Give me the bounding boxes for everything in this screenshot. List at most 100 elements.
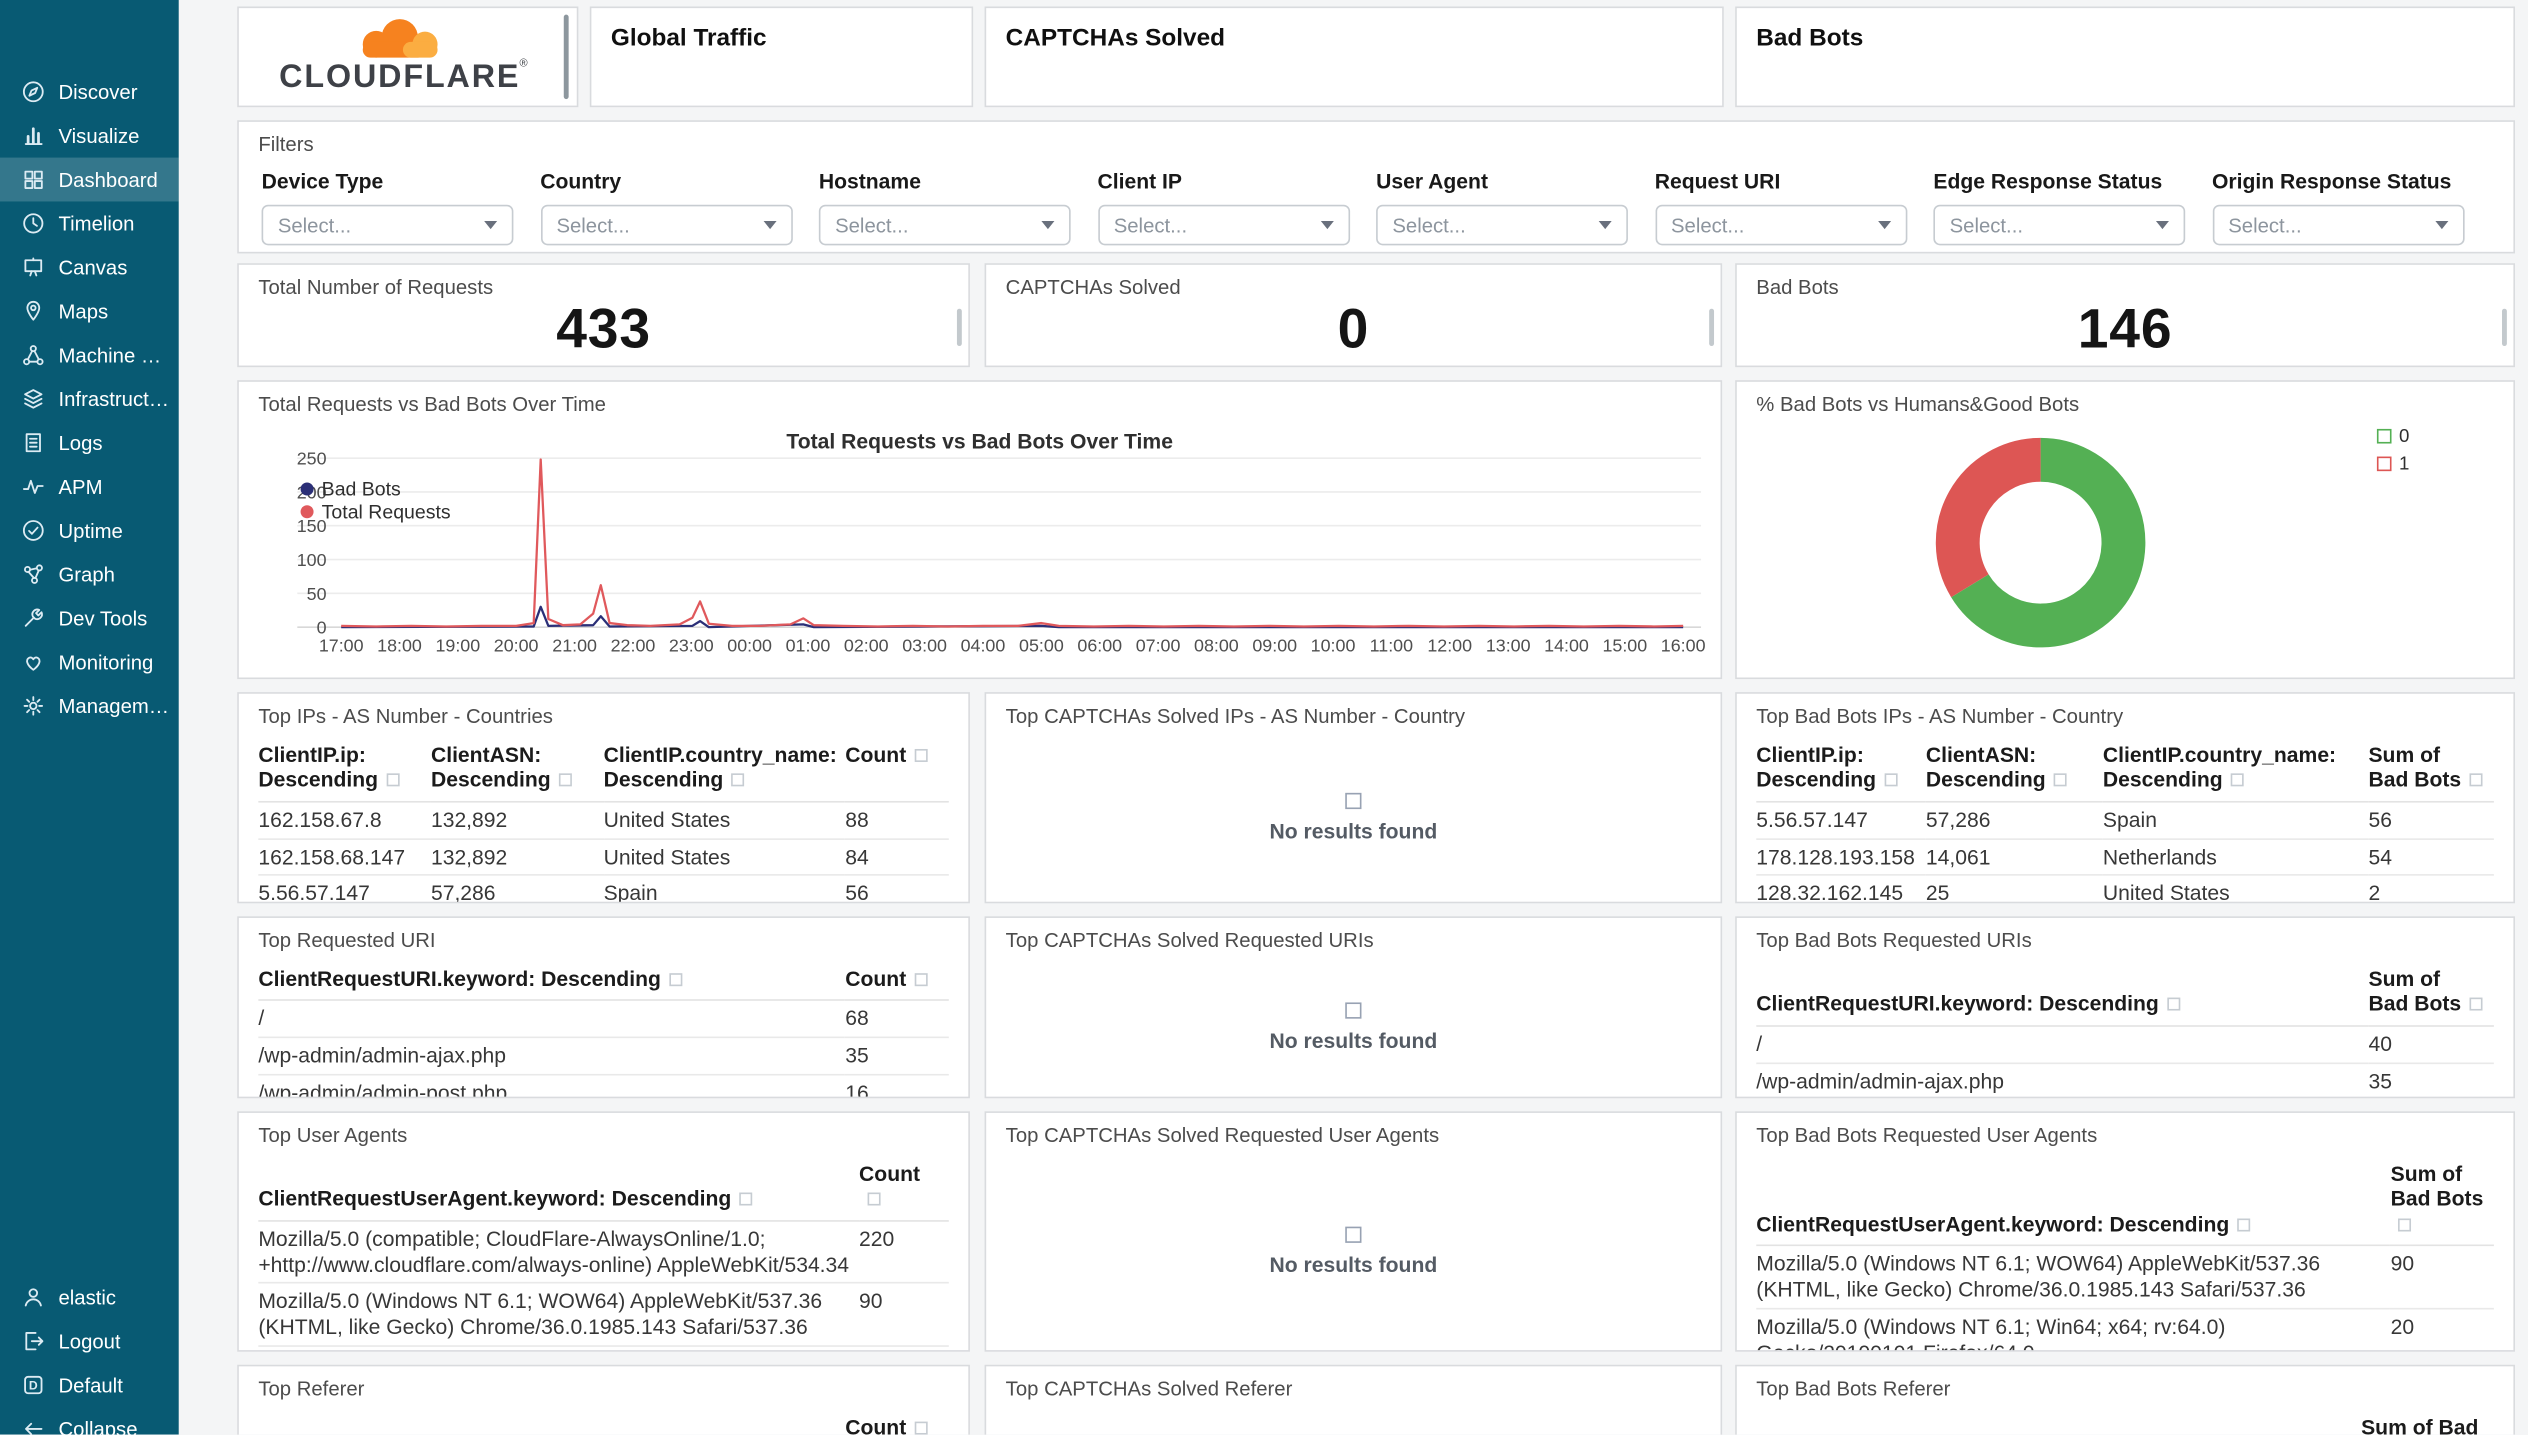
chevron-down-icon xyxy=(484,220,498,230)
column-header[interactable]: ClientIP.country_name: Descending xyxy=(603,734,846,803)
chevron-down-icon xyxy=(1320,220,1334,230)
sort-icon[interactable] xyxy=(739,1193,753,1207)
legend-label: Total Requests xyxy=(321,499,451,523)
sidebar-item-infrastructure[interactable]: Infrastructure xyxy=(0,377,179,421)
legend-item-0[interactable]: 0 xyxy=(2376,426,2409,447)
sort-icon[interactable] xyxy=(914,973,928,987)
filter-device-type-select[interactable]: Select... xyxy=(261,204,514,246)
sidebar-item-default[interactable]: D Default xyxy=(0,1363,179,1407)
cloudflare-logo: CLOUDFLARE ® xyxy=(279,19,528,94)
sort-icon[interactable] xyxy=(2053,773,2067,787)
sort-icon[interactable] xyxy=(914,1421,928,1435)
table-row: 162.158.68.147 132,892 United States 84 xyxy=(258,838,949,877)
canvas-icon xyxy=(21,255,45,279)
column-header[interactable]: ClientIP.country_name: Descending xyxy=(2102,734,2369,803)
sidebar-item-label: Infrastructure xyxy=(58,387,173,411)
legend-item-total-requests[interactable]: Total Requests xyxy=(300,499,451,523)
sort-icon[interactable] xyxy=(1884,773,1898,787)
sidebar-item-management[interactable]: Management xyxy=(0,684,179,728)
sort-icon[interactable] xyxy=(2237,1217,2251,1231)
sort-icon[interactable] xyxy=(914,748,928,762)
sidebar-item-machine-le[interactable]: Machine Le… xyxy=(0,333,179,377)
filter-request-uri-select[interactable]: Select... xyxy=(1654,204,1907,246)
sidebar-item-elastic[interactable]: elastic xyxy=(0,1275,179,1319)
column-header[interactable]: Count xyxy=(845,1406,949,1435)
column-header[interactable]: Sum of Bad Bots xyxy=(2368,734,2494,803)
legend-item-1[interactable]: 1 xyxy=(2376,453,2409,474)
table-cell: 57,286 xyxy=(430,875,604,902)
sort-icon[interactable] xyxy=(731,773,745,787)
sort-icon[interactable] xyxy=(2230,773,2244,787)
column-header[interactable]: ClientRequestURI.keyword: Descending xyxy=(1756,958,2369,1027)
svg-text:12:00: 12:00 xyxy=(1427,635,1472,655)
column-header[interactable]: ClientRequestURI.keyword: Descending xyxy=(258,958,846,1002)
table-row: 5.56.57.147 57,286 Spain 56 xyxy=(1756,801,2494,840)
sidebar-item-dev-tools[interactable]: Dev Tools xyxy=(0,596,179,640)
table-cell: 2 xyxy=(2368,875,2494,902)
sort-icon[interactable] xyxy=(2398,1217,2412,1231)
scrollbar[interactable] xyxy=(1709,308,1715,347)
table-row: /wp-admin/admin-ajax.php 35 xyxy=(258,1037,949,1076)
column-header[interactable]: ClientASN: Descending xyxy=(430,734,604,803)
column-header[interactable]: ClientRequestUserAgent.keyword: Descendi… xyxy=(1756,1153,2391,1247)
sidebar-item-monitoring[interactable]: Monitoring xyxy=(0,640,179,684)
filter-origin-response-status-select[interactable]: Select... xyxy=(2212,204,2464,246)
sidebar-item-dashboard[interactable]: Dashboard xyxy=(0,157,179,202)
svg-text:13:00: 13:00 xyxy=(1486,635,1531,655)
sort-icon[interactable] xyxy=(2469,773,2483,787)
svg-text:15:00: 15:00 xyxy=(1602,635,1647,655)
column-header[interactable]: Count xyxy=(845,958,949,1002)
sort-icon[interactable] xyxy=(2469,998,2483,1012)
scrollbar[interactable] xyxy=(956,308,962,347)
panel-title: Top Requested URI xyxy=(258,929,436,953)
sort-icon[interactable] xyxy=(386,773,400,787)
column-header-label: Count xyxy=(845,742,907,767)
filter-request-uri: Request URI Select... xyxy=(1654,169,1911,246)
dashboard-icon xyxy=(21,167,45,191)
column-header-label: ClientIP.ip: Descending xyxy=(258,742,379,792)
sidebar-item-canvas[interactable]: Canvas xyxy=(0,245,179,289)
column-header[interactable]: Count xyxy=(845,734,949,803)
sidebar-item-collapse[interactable]: Collapse xyxy=(0,1407,179,1435)
column-header[interactable]: Sum of Bad Bots xyxy=(2390,1153,2494,1247)
sidebar-item-uptime[interactable]: Uptime xyxy=(0,509,179,553)
sidebar-item-maps[interactable]: Maps xyxy=(0,289,179,333)
column-header[interactable]: Count xyxy=(859,1153,949,1222)
sidebar-item-logout[interactable]: Logout xyxy=(0,1319,179,1363)
column-header[interactable]: ClientASN: Descending xyxy=(1925,734,2103,803)
panel-title: Top Bad Bots Requested URIs xyxy=(1756,929,2032,953)
sidebar-item-graph[interactable]: Graph xyxy=(0,552,179,596)
table-cell: Mozilla/5.0 (Windows NT 6.1; WOW64) Appl… xyxy=(258,1283,860,1348)
filter-origin-response-status: Origin Response Status Select... xyxy=(2212,169,2468,246)
column-header[interactable]: Sum of Bad Bots xyxy=(2361,1406,2494,1435)
sort-icon[interactable] xyxy=(867,1193,881,1207)
sort-icon[interactable] xyxy=(558,773,572,787)
column-header[interactable]: Sum of Bad Bots xyxy=(2368,958,2494,1027)
table-row: 162.158.67.8 132,892 United States 88 xyxy=(258,801,949,840)
scrollbar[interactable] xyxy=(563,14,569,100)
sidebar-item-visualize[interactable]: Visualize xyxy=(0,114,179,158)
sort-icon[interactable] xyxy=(669,973,683,987)
sidebar-item-timelion[interactable]: Timelion xyxy=(0,201,179,245)
metric-value: 433 xyxy=(556,298,651,361)
sidebar-item-logs[interactable]: Logs xyxy=(0,421,179,465)
sidebar-item-apm[interactable]: APM xyxy=(0,465,179,509)
column-header[interactable]: ClientRequestUserAgent.keyword: Descendi… xyxy=(258,1153,860,1222)
filter-client-ip-select[interactable]: Select... xyxy=(1097,204,1350,246)
filter-user-agent-select[interactable]: Select... xyxy=(1376,204,1628,246)
filter-hostname-select[interactable]: Select... xyxy=(818,204,1071,246)
panel-title: Filters xyxy=(258,133,314,156)
sidebar-item-discover[interactable]: Discover xyxy=(0,70,179,114)
column-header[interactable]: ClientIP.ip: Descending xyxy=(258,734,431,803)
table-cell: 178.128.193.158 xyxy=(1756,838,1926,877)
filter-edge-response-status-select[interactable]: Select... xyxy=(1933,204,2186,246)
column-header-label: ClientASN: Descending xyxy=(430,742,551,792)
sort-icon[interactable] xyxy=(2166,998,2180,1012)
scrollbar[interactable] xyxy=(2502,308,2507,347)
legend-item-bad-bots[interactable]: Bad Bots xyxy=(300,477,451,500)
brand-wordmark: CLOUDFLARE xyxy=(279,58,520,94)
column-header[interactable]: ClientIP.ip: Descending xyxy=(1756,734,1926,803)
column-header-label: Count xyxy=(845,1415,907,1435)
filter-country-select[interactable]: Select... xyxy=(540,204,793,246)
user-icon xyxy=(21,1285,45,1309)
